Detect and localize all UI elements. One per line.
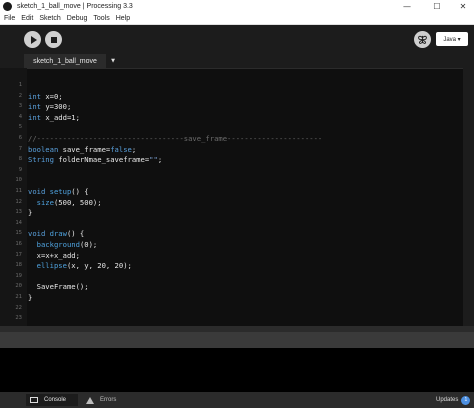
butterfly-icon (418, 35, 427, 44)
menu-file[interactable]: File (0, 15, 18, 22)
code-text: int x=0; (28, 91, 63, 101)
code-text: SaveFrame(); (36, 282, 89, 292)
line-number: 22 (15, 304, 22, 311)
code-text: void setup() { (28, 187, 89, 196)
code-text: boolean save_frame=false; (28, 144, 137, 154)
debug-button[interactable] (414, 31, 431, 48)
line-number: 23 (15, 315, 22, 322)
line-number: 21 (15, 294, 22, 300)
code-text: size(500, 500); (36, 197, 102, 207)
code-text: //----------------------------------save… (28, 134, 323, 143)
line-number: 17 (15, 251, 22, 258)
updates-indicator[interactable]: Updates 1 (436, 394, 471, 406)
play-icon (30, 35, 37, 44)
line-number: 3 (18, 103, 22, 110)
line-number: 4 (18, 113, 22, 120)
close-button[interactable]: ✕ (450, 0, 474, 13)
code-text: int y=300; (28, 102, 72, 112)
window-title: sketch_1_ball_move | Processing 3.3 (17, 3, 133, 10)
code-line[interactable]: 10 (0, 175, 463, 186)
code-line[interactable]: 22 (0, 303, 463, 314)
code-line[interactable]: 6 //----------------------------------sav… (0, 133, 463, 144)
code-line[interactable]: 2 int x=0; (0, 91, 463, 102)
code-line[interactable]: 16 background(0); (0, 239, 463, 250)
stop-button[interactable] (45, 31, 62, 48)
code-line[interactable]: 21} (0, 292, 463, 303)
menu-sketch[interactable]: Sketch (36, 15, 63, 22)
mode-selector[interactable]: Java ▾ (436, 32, 468, 46)
line-number: 11 (15, 188, 22, 194)
minimize-button[interactable]: — (394, 0, 420, 13)
line-number: 1 (18, 82, 22, 88)
line-number: 12 (15, 198, 22, 205)
code-line[interactable]: 8 String folderNmae_saveframe=""; (0, 154, 463, 165)
line-number: 7 (18, 145, 22, 152)
code-line[interactable]: 17 x=x+x_add; (0, 250, 463, 261)
line-number: 2 (18, 92, 22, 99)
menu-help[interactable]: Help (113, 15, 133, 22)
line-number: 19 (15, 272, 22, 279)
code-line[interactable]: 9 (0, 165, 463, 176)
console-tab-label: Console (44, 397, 67, 403)
code-text: } (28, 208, 33, 218)
code-text: String folderNmae_saveframe=""; (28, 155, 163, 165)
code-line[interactable]: 20 SaveFrame(); (0, 281, 463, 292)
code-line[interactable]: 7 boolean save_frame=false; (0, 144, 463, 155)
code-line[interactable]: 4 int x_add=1; (0, 112, 463, 123)
code-text: ellipse(x, y, 20, 20); (36, 261, 132, 271)
processing-app-icon (3, 2, 12, 11)
line-number: 20 (15, 283, 22, 290)
code-line[interactable]: 11 void setup() { (0, 186, 463, 197)
line-number: 5 (18, 124, 22, 131)
updates-label: Updates (436, 397, 459, 403)
console-output[interactable] (0, 348, 474, 392)
errors-tab-label: Errors (100, 397, 117, 403)
maximize-button[interactable]: ☐ (424, 0, 450, 13)
code-line[interactable]: 13} (0, 207, 463, 218)
line-number: 10 (15, 177, 22, 184)
toolbar (0, 26, 474, 54)
tab-menu-arrow[interactable]: ▼ (107, 54, 119, 68)
code-line[interactable]: 5 (0, 122, 463, 133)
line-number: 18 (15, 262, 22, 269)
line-number: 16 (15, 241, 22, 247)
updates-count-badge: 1 (461, 395, 471, 405)
errors-tab[interactable]: Errors (84, 394, 136, 406)
vertical-scrollbar[interactable] (463, 68, 474, 326)
code-line[interactable]: 23 (0, 313, 463, 324)
line-number: 9 (18, 166, 22, 173)
line-number: 14 (15, 219, 22, 226)
code-text: x=x+x_add; (36, 250, 80, 260)
code-text: background(0); (36, 240, 98, 249)
menu-tools[interactable]: Tools (90, 15, 112, 22)
code-line[interactable]: 14 (0, 218, 463, 229)
run-button[interactable] (24, 31, 41, 48)
line-number: 8 (18, 156, 22, 163)
tab-sketch[interactable]: sketch_1_ball_move (24, 54, 106, 68)
console-tab[interactable]: Console (26, 394, 78, 406)
code-text: int x_add=1; (28, 112, 80, 122)
code-line[interactable]: 3 int y=300; (0, 101, 463, 112)
code-text: } (28, 293, 33, 302)
console-icon (30, 397, 38, 403)
code-line[interactable]: 19 (0, 271, 463, 282)
code-line[interactable]: 18 ellipse(x, y, 20, 20); (0, 260, 463, 271)
menu-edit[interactable]: Edit (18, 15, 36, 22)
console-message-area (0, 332, 474, 348)
line-number: 6 (18, 135, 22, 141)
code-text: void draw() { (28, 229, 85, 239)
menu-debug[interactable]: Debug (64, 15, 91, 22)
code-line[interactable]: 15 void draw() { (0, 228, 463, 239)
code-line[interactable]: 12 size(500, 500); (0, 197, 463, 208)
stop-icon (50, 36, 57, 43)
warning-icon (86, 396, 94, 404)
line-number: 13 (15, 209, 22, 216)
code-line[interactable]: 1 (0, 80, 463, 91)
menu-bar: File Edit Sketch Debug Tools Help (0, 13, 474, 25)
line-number: 15 (15, 230, 22, 237)
